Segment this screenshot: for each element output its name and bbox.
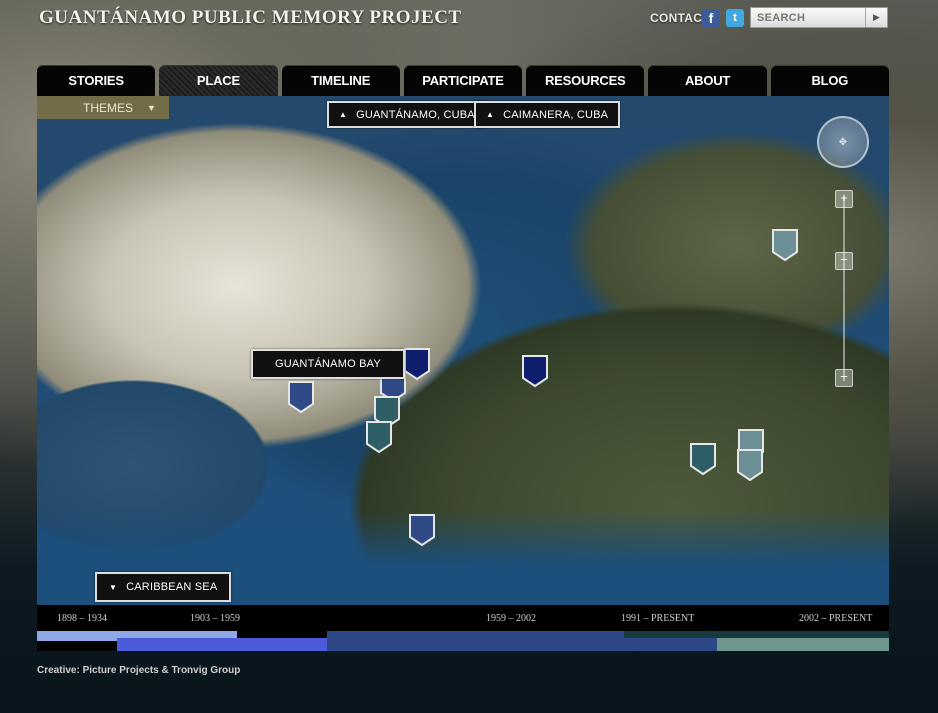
timeline-period-2[interactable]: 1903 – 1959: [190, 613, 240, 624]
story-marker-7[interactable]: [408, 513, 436, 547]
timeline-bar-5[interactable]: [717, 638, 889, 651]
facebook-icon[interactable]: f: [702, 9, 720, 27]
map-label-text: CARIBBEAN SEA: [126, 581, 218, 593]
tab-blog[interactable]: BLOG: [770, 65, 889, 96]
story-marker-10[interactable]: [736, 448, 764, 482]
tab-resources[interactable]: RESOURCES: [526, 65, 645, 96]
map-label-text: GUANTÁNAMO, CUBA: [356, 108, 475, 121]
story-marker-11[interactable]: [771, 228, 799, 262]
timeline-period-1[interactable]: 1898 – 1934: [57, 613, 107, 624]
triangle-down-icon: ▼: [109, 582, 118, 592]
map-label-caribbean-sea[interactable]: ▼ CARIBBEAN SEA: [95, 572, 232, 602]
map-label-guantanamo-bay[interactable]: GUANTÁNAMO BAY: [251, 349, 405, 379]
map-label-text: GUANTÁNAMO BAY: [275, 358, 381, 370]
timeline-period-4[interactable]: 1991 – PRESENT: [621, 613, 694, 624]
play-arrow-icon: ▶: [873, 12, 880, 22]
triangle-up-icon: ▲: [486, 110, 495, 119]
timeline-bar-2[interactable]: [117, 638, 327, 651]
timeline-period-5[interactable]: 2002 – PRESENT: [799, 613, 872, 624]
search-input[interactable]: [751, 8, 865, 27]
themes-dropdown[interactable]: THEMES ▼: [37, 96, 169, 119]
zoom-slider-track[interactable]: [843, 196, 845, 381]
twitter-icon[interactable]: t: [726, 9, 744, 27]
story-marker-8[interactable]: [689, 442, 717, 476]
tab-timeline[interactable]: TIMELINE: [281, 65, 400, 96]
zoom-handle[interactable]: −: [835, 252, 853, 270]
zoom-in-button[interactable]: +: [835, 190, 853, 208]
themes-label: THEMES: [83, 100, 134, 115]
map-label-guantanamo-cuba[interactable]: ▲ GUANTÁNAMO, CUBA: [327, 101, 487, 128]
timeline-bar-4[interactable]: [624, 631, 889, 638]
site-title[interactable]: GUANTÁNAMO PUBLIC MEMORY PROJECT: [39, 7, 462, 29]
chevron-down-icon: ▼: [147, 102, 156, 113]
triangle-up-icon: ▲: [339, 110, 348, 119]
story-marker-2[interactable]: [403, 347, 431, 381]
map-label-text: CAIMANERA, CUBA: [503, 108, 609, 121]
search-submit-button[interactable]: ▶: [865, 8, 887, 27]
tab-participate[interactable]: PARTICIPATE: [403, 65, 523, 96]
timeline-strip: 1898 – 1934 1903 – 1959 1959 – 2002 1991…: [37, 605, 889, 651]
main-nav: STORIES PLACE TIMELINE PARTICIPATE RESOU…: [37, 65, 889, 96]
tab-about[interactable]: ABOUT: [648, 65, 767, 96]
search-box: ▶: [750, 7, 888, 28]
contact-link[interactable]: CONTACT: [650, 11, 710, 25]
map-pan-control[interactable]: ✥: [817, 116, 869, 168]
pan-arrows-icon: ✥: [838, 136, 848, 148]
tab-stories[interactable]: STORIES: [37, 65, 156, 96]
timeline-period-3[interactable]: 1959 – 2002: [486, 613, 536, 624]
zoom-out-button[interactable]: −: [835, 369, 853, 387]
footer-credit: Creative: Picture Projects & Tronvig Gro…: [37, 665, 241, 676]
story-marker-5[interactable]: [365, 420, 393, 454]
satellite-map[interactable]: THEMES ▼ ▲ GUANTÁNAMO, CUBA ▲ CAIMANERA,…: [37, 96, 889, 605]
map-label-caimanera-cuba[interactable]: ▲ CAIMANERA, CUBA: [474, 101, 621, 128]
tab-place[interactable]: PLACE: [159, 65, 278, 96]
story-marker-1[interactable]: [287, 380, 315, 414]
story-marker-6[interactable]: [521, 354, 549, 388]
